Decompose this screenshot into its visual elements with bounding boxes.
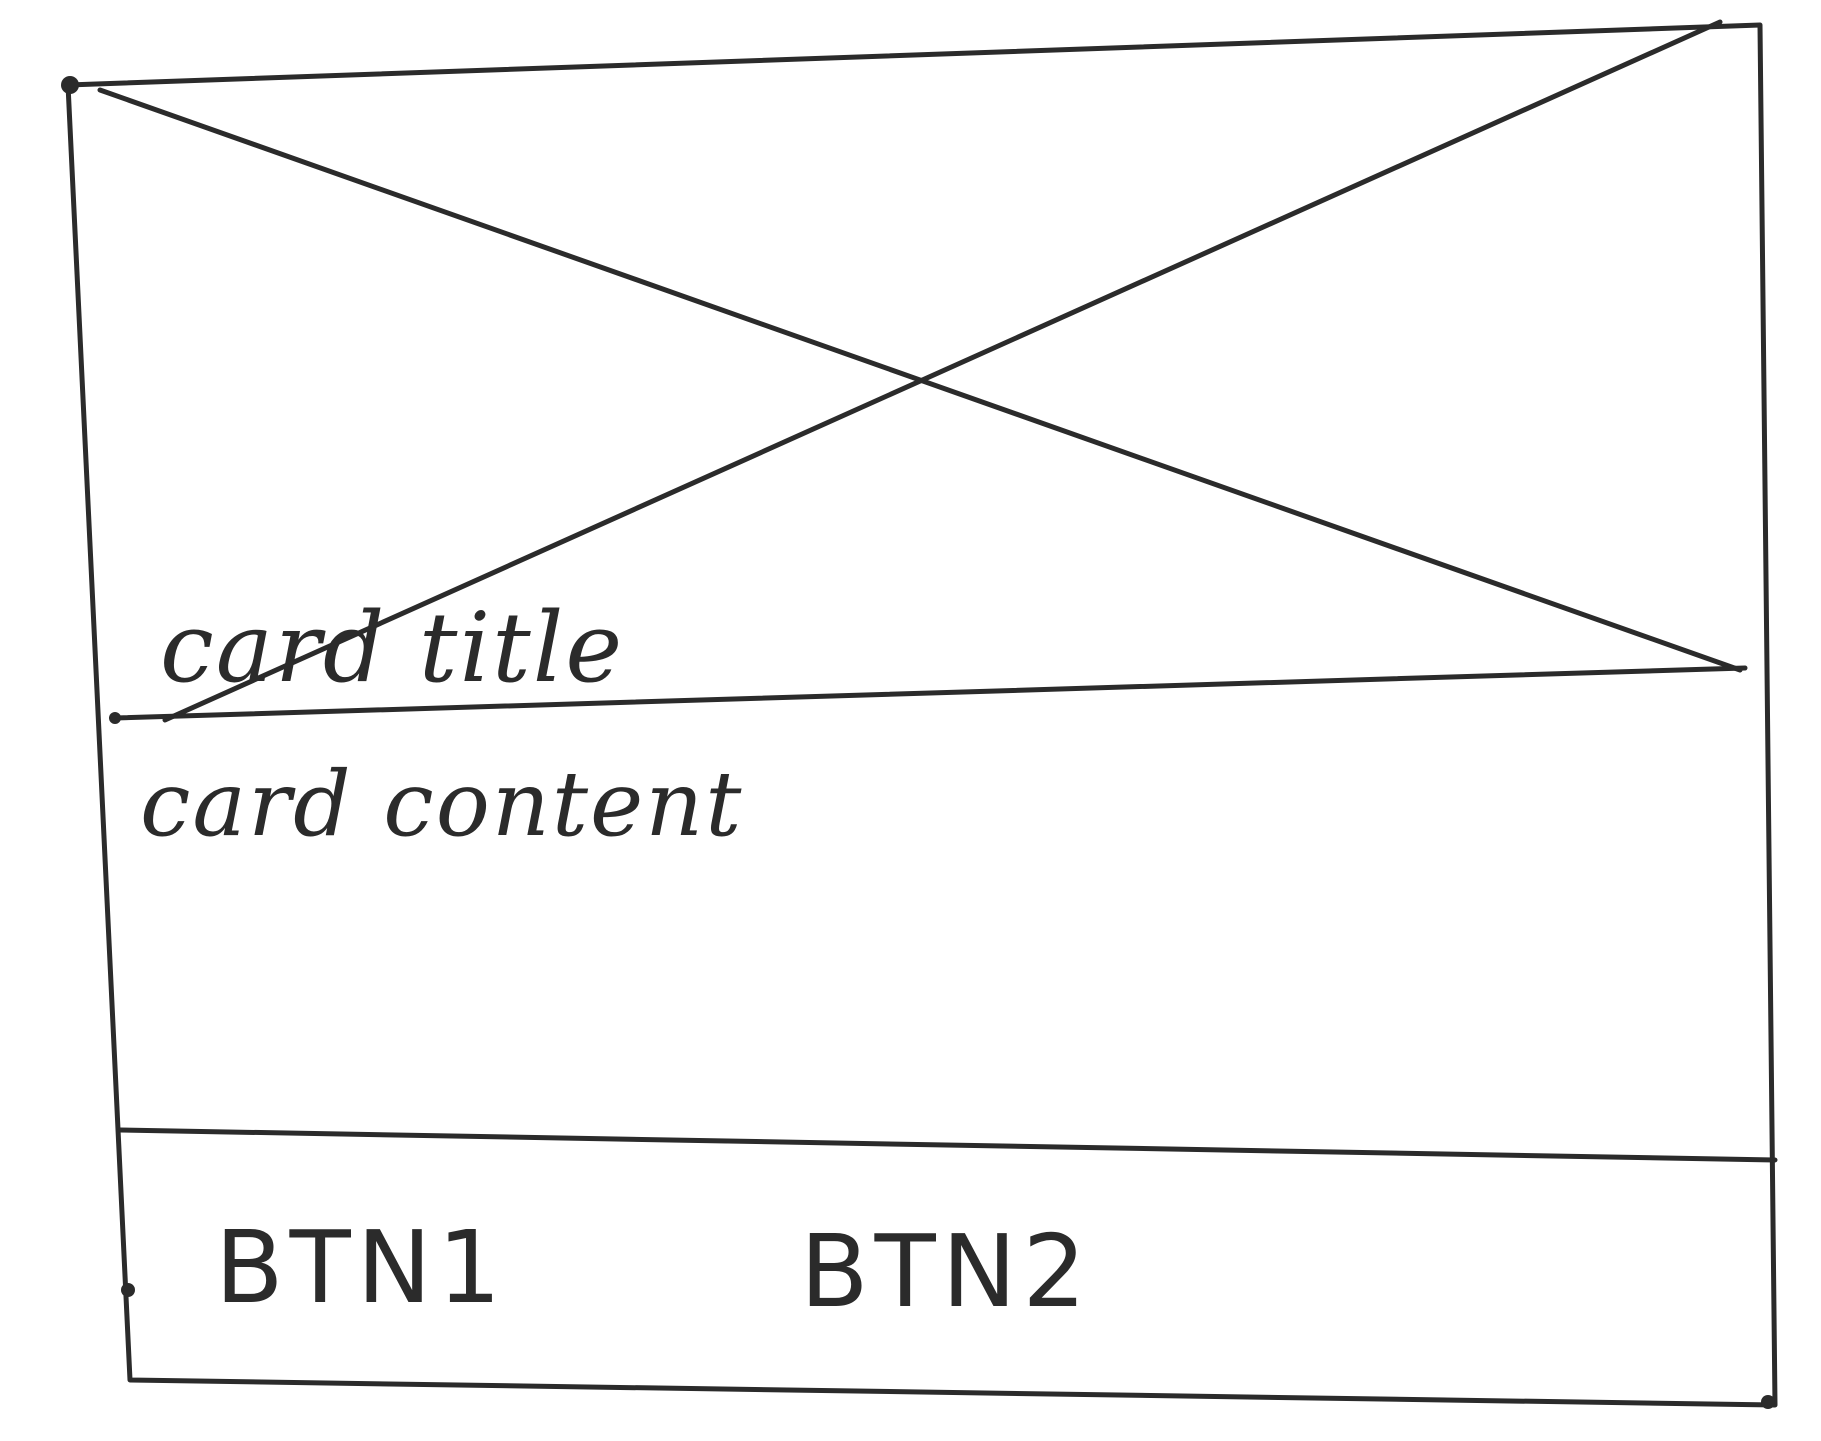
corner-dot-top-left — [61, 76, 79, 94]
corner-dot-bottom-right — [1761, 1395, 1775, 1409]
actions-divider — [117, 1127, 1778, 1163]
card-content: card content — [140, 752, 744, 857]
corner-dot-bottom-left — [121, 1283, 135, 1297]
corner-dot-title — [109, 712, 121, 724]
btn1-button[interactable]: BTN1 — [215, 1218, 507, 1318]
btn2-button[interactable]: BTN2 — [800, 1222, 1092, 1322]
card-title: card title — [160, 592, 625, 704]
card-frame — [65, 22, 1778, 1408]
